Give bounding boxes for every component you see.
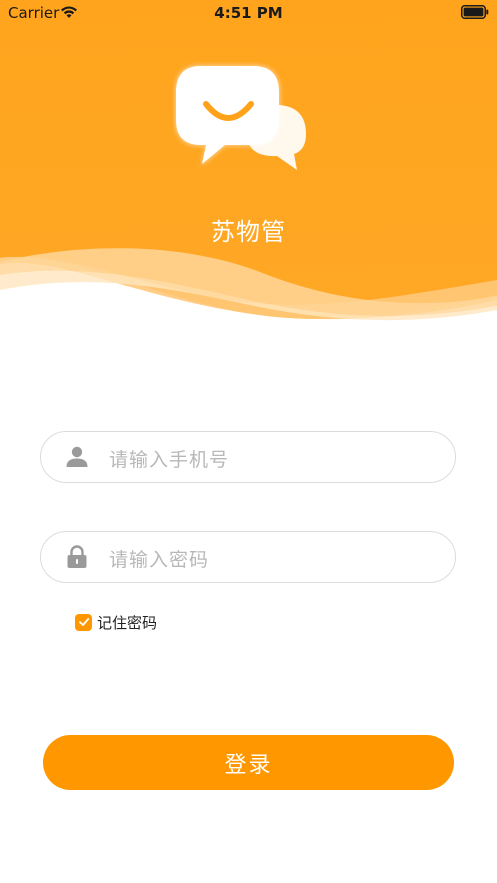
user-icon xyxy=(66,446,88,467)
lock-icon xyxy=(67,545,87,568)
battery-icon xyxy=(461,5,489,19)
login-button[interactable]: 登录 xyxy=(43,735,454,790)
remember-checkbox[interactable] xyxy=(75,613,92,631)
phone-placeholder: 请输入手机号 xyxy=(109,449,230,471)
phone-field[interactable]: 请输入手机号 xyxy=(40,431,456,483)
clock: 4:51 PM xyxy=(214,4,283,22)
remember-password[interactable]: 记住密码 xyxy=(75,612,157,632)
password-placeholder: 请输入密码 xyxy=(109,549,210,571)
login-screen: Carrier 4:51 PM 苏物管 请输入手机号 请输入密码 记住密码 登录 xyxy=(0,0,497,883)
password-field[interactable]: 请输入密码 xyxy=(40,531,456,583)
status-bar: Carrier 4:51 PM xyxy=(0,0,497,26)
remember-label: 记住密码 xyxy=(97,613,158,632)
app-title: 苏物管 xyxy=(211,218,286,246)
chat-bubbles-icon xyxy=(175,65,306,170)
checkmark-icon xyxy=(78,618,89,626)
